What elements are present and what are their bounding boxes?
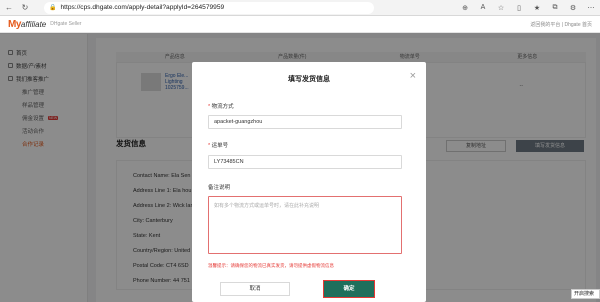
zoom-icon[interactable]: ⊕ [460, 3, 470, 13]
shipping-method-input[interactable]: apacket-guangzhou [208, 115, 402, 129]
favorite-icon[interactable]: ☆ [496, 3, 506, 13]
read-aloud-icon[interactable]: A [478, 3, 488, 13]
menu-icon[interactable]: ⋯ [586, 3, 596, 13]
confirm-button[interactable]: 确定 [323, 280, 375, 298]
logo-my: My [8, 18, 21, 30]
lock-icon: 🔒 [49, 5, 57, 11]
tooltip: 开启搜索 [571, 289, 600, 299]
logo-subtitle: DHgate Seller [50, 21, 82, 27]
header-links[interactable]: 返回我的平台 | Dhgate 首页 [530, 21, 592, 28]
browser-toolbar: ← ↻ 🔒 https://cps.dhgate.com/apply-detai… [0, 0, 600, 16]
url-text: https://cps.dhgate.com/apply-detail?appl… [60, 4, 225, 11]
tracking-number-input[interactable]: LY73485CN [208, 155, 402, 169]
shipping-method-label: * 物流方式 [208, 104, 234, 110]
collections-icon[interactable]: ⧉ [550, 3, 560, 13]
back-icon[interactable]: ← [4, 3, 14, 13]
close-icon[interactable]: × [410, 70, 416, 82]
refresh-icon[interactable]: ↻ [20, 3, 30, 13]
favorites-icon[interactable]: ★ [532, 3, 542, 13]
cancel-button[interactable]: 取消 [220, 282, 290, 296]
shipping-modal: 填写发货信息 × * 物流方式 apacket-guangzhou * 运单号 … [192, 62, 426, 302]
app-header: My affiliate DHgate Seller 返回我的平台 | Dhga… [0, 16, 600, 33]
split-screen-icon[interactable]: ▯ [514, 3, 524, 13]
tracking-number-label: * 运单号 [208, 143, 229, 149]
extensions-icon[interactable]: ⚙ [568, 3, 578, 13]
address-bar[interactable]: 🔒 https://cps.dhgate.com/apply-detail?ap… [44, 1, 374, 14]
warning-text: 温馨提示：请确保您的物流已真实发货，请勿提供虚假物流信息 [208, 263, 334, 268]
remark-textarea[interactable]: 如有多个物流方式或运单号时，请在此补充说明 [208, 196, 402, 254]
remark-label: 备注说明 [208, 185, 231, 191]
modal-title: 填写发货信息 [288, 76, 330, 83]
logo-affiliate: affiliate [20, 19, 47, 29]
